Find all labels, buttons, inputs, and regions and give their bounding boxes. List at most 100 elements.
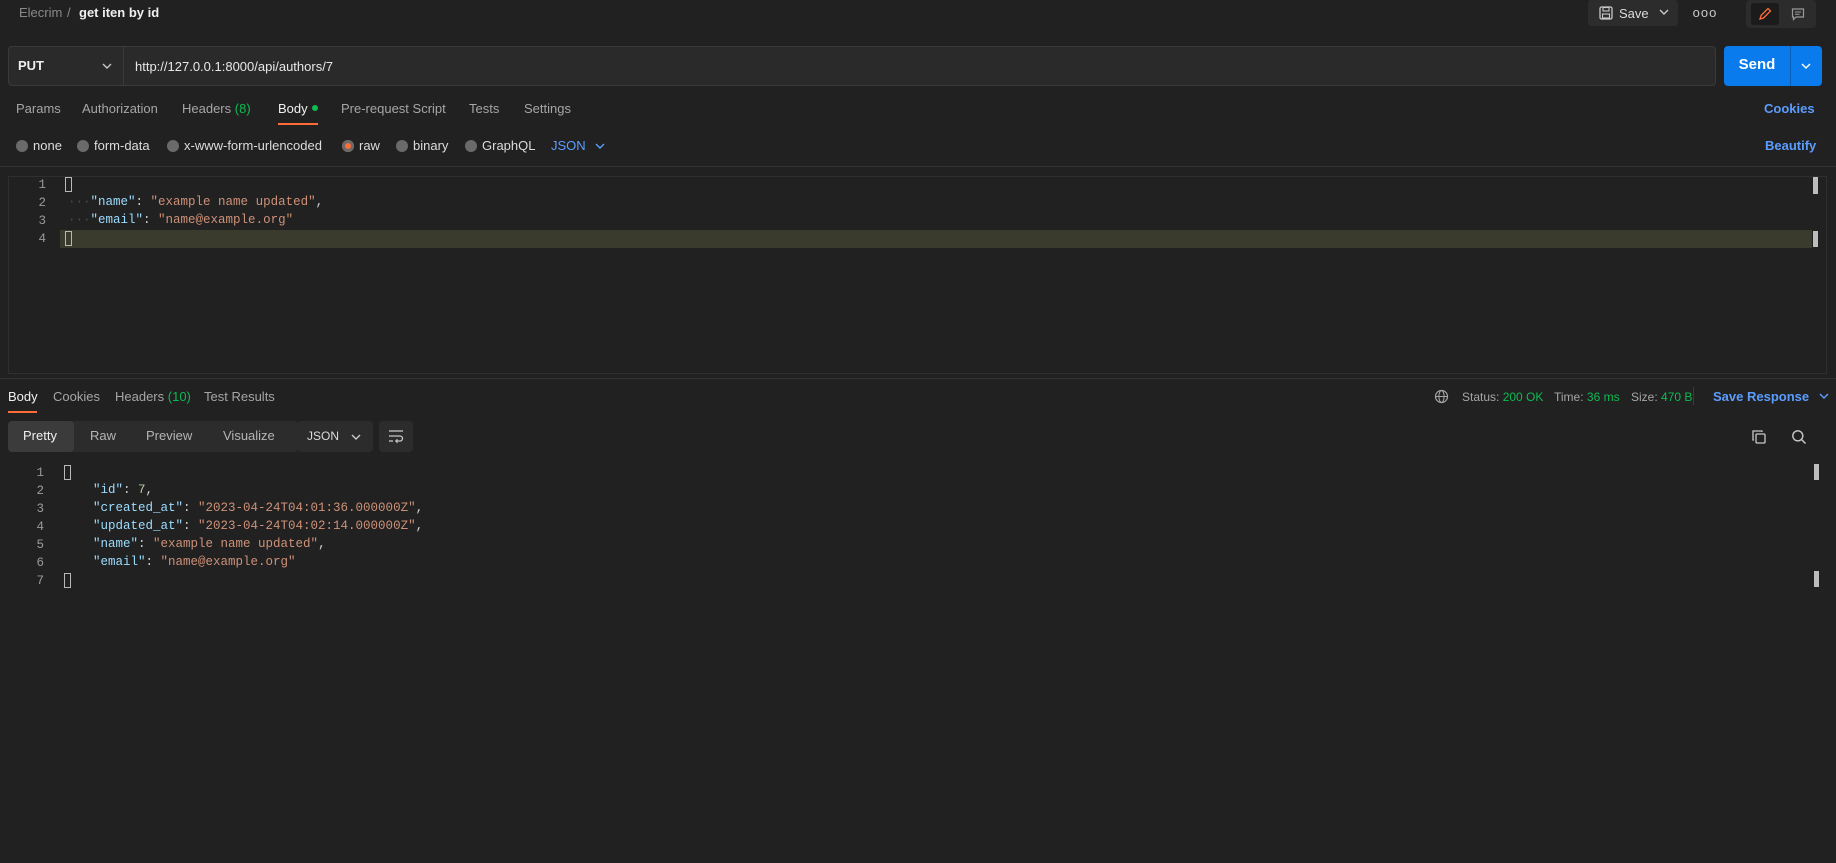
save-button[interactable]: Save bbox=[1588, 0, 1678, 26]
code-line: ···"email": "name@example.org" bbox=[68, 213, 294, 227]
json-value: "2023-04-24T04:01:36.000000Z" bbox=[198, 501, 416, 515]
radio-raw-label[interactable]: raw bbox=[359, 138, 380, 153]
time-label: Time: bbox=[1554, 390, 1584, 404]
request-name[interactable]: get iten by id bbox=[79, 5, 159, 20]
size-label: Size: bbox=[1631, 390, 1658, 404]
view-raw[interactable]: Raw bbox=[90, 428, 116, 443]
line-number: 7 bbox=[36, 574, 44, 588]
pencil-icon bbox=[1759, 7, 1772, 20]
body-modified-dot bbox=[311, 105, 318, 111]
chevron-down-icon bbox=[102, 63, 112, 69]
editor-scrollbar[interactable] bbox=[1813, 177, 1818, 194]
edit-mode-button[interactable] bbox=[1751, 3, 1779, 25]
meta-divider bbox=[1693, 387, 1694, 405]
tab-authorization[interactable]: Authorization bbox=[82, 101, 158, 116]
radio-binary-label[interactable]: binary bbox=[413, 138, 448, 153]
code-line: "email": "name@example.org" bbox=[93, 555, 296, 569]
section-divider bbox=[0, 166, 1836, 167]
brace-marker bbox=[64, 573, 71, 588]
view-preview[interactable]: Preview bbox=[146, 428, 192, 443]
chevron-down-icon bbox=[595, 143, 605, 149]
json-value: "2023-04-24T04:02:14.000000Z" bbox=[198, 519, 416, 533]
tab-headers-label: Headers bbox=[182, 101, 232, 116]
response-tab-test-results[interactable]: Test Results bbox=[204, 389, 275, 404]
status-label: Status: bbox=[1462, 390, 1500, 404]
radio-none[interactable] bbox=[16, 140, 28, 152]
cookies-link[interactable]: Cookies bbox=[1764, 101, 1815, 116]
line-number: 2 bbox=[38, 196, 46, 210]
code-line bbox=[65, 231, 72, 247]
json-value: "example name updated" bbox=[150, 195, 316, 209]
copy-icon[interactable] bbox=[1751, 429, 1767, 445]
radio-urlencoded-label[interactable]: x-www-form-urlencoded bbox=[184, 138, 322, 153]
radio-graphql-label[interactable]: GraphQL bbox=[482, 138, 535, 153]
response-tab-body[interactable]: Body bbox=[8, 389, 38, 404]
radio-raw[interactable] bbox=[342, 140, 354, 152]
brace-marker bbox=[65, 231, 72, 246]
send-divider bbox=[1790, 46, 1791, 86]
globe-icon[interactable] bbox=[1434, 389, 1449, 404]
line-number: 6 bbox=[36, 556, 44, 570]
line-number: 5 bbox=[36, 538, 44, 552]
method-select[interactable]: PUT bbox=[8, 46, 124, 86]
line-number: 4 bbox=[36, 520, 44, 534]
radio-form-data-label[interactable]: form-data bbox=[94, 138, 150, 153]
search-icon[interactable] bbox=[1791, 429, 1807, 445]
radio-form-data[interactable] bbox=[77, 140, 89, 152]
word-wrap-button[interactable] bbox=[379, 421, 413, 452]
radio-urlencoded[interactable] bbox=[167, 140, 179, 152]
save-response-button[interactable]: Save Response bbox=[1713, 389, 1829, 404]
response-tab-headers[interactable]: Headers (10) bbox=[115, 389, 191, 404]
send-button[interactable]: Send bbox=[1724, 46, 1822, 86]
top-bar: Elecrim / get iten by id Save ooo bbox=[0, 0, 1836, 28]
tab-headers[interactable]: Headers (8) bbox=[182, 101, 251, 116]
chevron-down-icon[interactable] bbox=[1800, 62, 1812, 70]
breadcrumb-workspace[interactable]: Elecrim bbox=[19, 5, 62, 20]
active-tab-indicator bbox=[8, 411, 37, 413]
chevron-down-icon bbox=[351, 434, 361, 440]
code-line: "updated_at": "2023-04-24T04:02:14.00000… bbox=[93, 519, 424, 533]
response-scrollbar[interactable] bbox=[1814, 464, 1819, 480]
tab-settings[interactable]: Settings bbox=[524, 101, 571, 116]
body-format-select[interactable]: JSON bbox=[551, 138, 605, 153]
tab-body[interactable]: Body bbox=[278, 101, 318, 116]
radio-binary[interactable] bbox=[396, 140, 408, 152]
save-icon bbox=[1599, 6, 1613, 20]
code-line: "created_at": "2023-04-24T04:01:36.00000… bbox=[93, 501, 424, 515]
response-format-select[interactable]: JSON bbox=[297, 421, 373, 452]
view-visualize[interactable]: Visualize bbox=[223, 428, 275, 443]
size-value: 470 B bbox=[1661, 390, 1693, 404]
send-label: Send bbox=[1738, 56, 1776, 73]
pane-divider[interactable] bbox=[0, 378, 1836, 379]
json-key: "updated_at" bbox=[93, 519, 184, 533]
tab-tests[interactable]: Tests bbox=[469, 101, 499, 116]
json-key: "name" bbox=[93, 537, 139, 551]
status-info: Status: 200 OK bbox=[1462, 390, 1543, 404]
more-options-button[interactable]: ooo bbox=[1692, 5, 1718, 23]
current-line-highlight bbox=[60, 230, 1812, 248]
body-format-label: JSON bbox=[551, 138, 586, 153]
url-input[interactable] bbox=[125, 46, 1715, 86]
mode-toggle-group bbox=[1746, 0, 1816, 28]
line-number: 3 bbox=[36, 502, 44, 516]
radio-graphql[interactable] bbox=[465, 140, 477, 152]
brace-marker bbox=[65, 177, 72, 192]
json-key: "name" bbox=[90, 195, 136, 209]
comments-button[interactable] bbox=[1784, 3, 1812, 25]
json-value: 7 bbox=[138, 483, 146, 497]
line-number: 1 bbox=[36, 466, 44, 480]
editor-cursor-marker bbox=[1813, 231, 1818, 247]
size-info: Size: 470 B bbox=[1631, 390, 1692, 404]
line-number: 4 bbox=[38, 232, 46, 246]
code-line: ···"name": "example name updated", bbox=[68, 195, 324, 209]
tab-pre-request-script[interactable]: Pre-request Script bbox=[341, 101, 446, 116]
beautify-link[interactable]: Beautify bbox=[1765, 138, 1816, 153]
response-tab-headers-label: Headers bbox=[115, 389, 165, 404]
response-tab-cookies[interactable]: Cookies bbox=[53, 389, 100, 404]
active-tab-indicator bbox=[278, 123, 318, 125]
tab-params[interactable]: Params bbox=[16, 101, 61, 116]
line-number: 3 bbox=[38, 214, 46, 228]
view-pretty[interactable]: Pretty bbox=[23, 428, 57, 443]
chevron-down-icon[interactable] bbox=[1659, 8, 1669, 16]
radio-none-label[interactable]: none bbox=[33, 138, 62, 153]
